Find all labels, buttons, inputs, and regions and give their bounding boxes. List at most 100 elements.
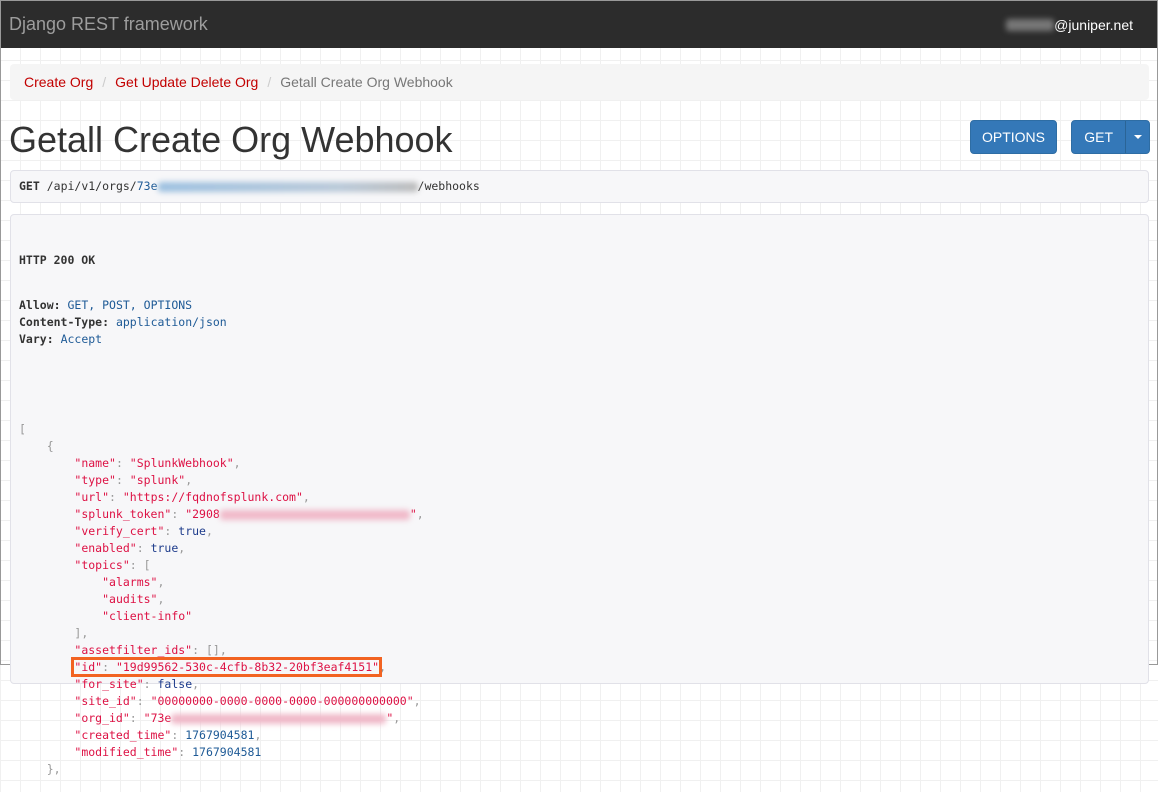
- options-button[interactable]: OPTIONS: [970, 120, 1057, 154]
- header-name: Allow:: [19, 298, 61, 312]
- json-comma: ,: [219, 643, 227, 657]
- response-header: Allow: GET, POST, OPTIONS: [19, 297, 1140, 314]
- json-comma: ,: [416, 507, 424, 521]
- request-org-id[interactable]: 73e: [137, 179, 158, 193]
- request-info: GET /api/v1/orgs/73e/webhooks: [10, 170, 1149, 203]
- highlighted-id: "id": "19d99562-530c-4cfb-8b32-20bf3eaf4…: [71, 657, 383, 677]
- json-line: "audits",: [19, 591, 1140, 608]
- json-line: "url": "https://fqdnofsplunk.com",: [74, 490, 310, 504]
- response-status: HTTP 200 OK: [19, 253, 96, 267]
- json-key: "type": [74, 473, 116, 487]
- get-button[interactable]: GET: [1072, 129, 1125, 145]
- json-value: "https://fqdnofsplunk.com": [122, 490, 303, 504]
- redacted-username: [1006, 18, 1055, 31]
- brand[interactable]: Django REST framework: [9, 14, 208, 35]
- json-value: true: [178, 524, 206, 538]
- json-line: "org_id": "73e ",: [74, 711, 401, 725]
- json-value-end: ": [386, 711, 394, 725]
- json-value: "19d99562-530c-4cfb-8b32-20bf3eaf4151": [115, 660, 380, 674]
- json-value: "73e: [143, 711, 172, 725]
- header-name: Vary:: [19, 332, 54, 346]
- json-key: "assetfilter_ids": [74, 643, 193, 657]
- header-name: Content-Type:: [19, 315, 110, 329]
- json-value: "2908: [185, 507, 220, 521]
- json-comma: ,: [393, 711, 401, 725]
- breadcrumb-create-org[interactable]: Create Org: [24, 74, 93, 90]
- navbar: Django REST framework @juniper.net: [1, 1, 1157, 48]
- json-value: "00000000-0000-0000-0000-000000000000": [150, 694, 414, 708]
- request-path-prefix: /api/v1/orgs/: [46, 179, 137, 193]
- json-line: "enabled": true,: [74, 541, 186, 555]
- response-header: Vary: Accept: [19, 331, 1140, 348]
- json-line: "client-info": [19, 608, 1140, 625]
- json-line: "modified_time": 1767904581: [74, 745, 262, 759]
- json-key: "verify_cert": [74, 524, 165, 538]
- json-value: []: [205, 643, 220, 657]
- json-value: [: [143, 558, 151, 572]
- page-title: Getall Create Org Webhook: [9, 119, 453, 160]
- breadcrumb-get-update-delete-org[interactable]: Get Update Delete Org: [115, 74, 258, 90]
- json-key: "name": [74, 456, 116, 470]
- json-line: "type": "splunk",: [74, 473, 193, 487]
- redacted-value: [171, 713, 387, 724]
- breadcrumb-separator: /: [102, 74, 107, 90]
- json-line: "topics": [: [74, 558, 151, 572]
- json-value: "audits": [102, 592, 158, 606]
- json-key: "created_time": [74, 728, 172, 742]
- user-menu[interactable]: @juniper.net: [1006, 17, 1133, 33]
- json-punctuation: },: [46, 762, 61, 776]
- header-value: GET, POST, OPTIONS: [67, 298, 193, 312]
- json-key: "enabled": [74, 541, 137, 555]
- redacted-value: [219, 509, 410, 520]
- json-comma: ,: [192, 677, 200, 691]
- breadcrumb-current: Getall Create Org Webhook: [280, 74, 453, 90]
- json-value: false: [157, 677, 193, 691]
- json-line: "verify_cert": true,: [74, 524, 213, 538]
- json-comma: ,: [205, 524, 213, 538]
- json-line: "name": "SplunkWebhook",: [74, 456, 241, 470]
- json-value: "SplunkWebhook": [129, 456, 234, 470]
- request-path-suffix: /webhooks: [417, 179, 480, 193]
- json-key: "modified_time": [74, 745, 179, 759]
- json-value: "client-info": [102, 609, 193, 623]
- json-comma: ,: [157, 592, 165, 606]
- json-line: "site_id": "00000000-0000-0000-0000-0000…: [74, 694, 421, 708]
- response-header: Content-Type: application/json: [19, 314, 1140, 331]
- json-line: "created_time": 1767904581,: [74, 728, 262, 742]
- json-punctuation: ],: [74, 626, 89, 640]
- json-key: "id": [74, 660, 103, 674]
- json-key: "url": [74, 490, 110, 504]
- json-key: "for_site": [74, 677, 144, 691]
- json-comma: ,: [157, 575, 165, 589]
- json-line: "splunk_token": "2908 ",: [74, 507, 424, 521]
- json-line: "id": "19d99562-530c-4cfb-8b32-20bf3eaf4…: [19, 657, 1140, 677]
- json-line: },: [19, 761, 1140, 778]
- json-value: true: [150, 541, 179, 555]
- json-line: ],: [19, 625, 1140, 642]
- json-comma: ,: [302, 490, 310, 504]
- json-key: "splunk_token": [74, 507, 172, 521]
- request-method: GET: [19, 179, 40, 193]
- json-value: 1767904581: [192, 745, 262, 759]
- json-comma: ,: [379, 660, 386, 674]
- json-value: 1767904581: [185, 728, 255, 742]
- json-punctuation: [: [19, 422, 26, 436]
- json-value: "splunk": [129, 473, 186, 487]
- json-comma: ,: [254, 728, 262, 742]
- get-format-dropdown[interactable]: [1125, 121, 1149, 153]
- header-value: application/json: [115, 315, 227, 329]
- response-content: HTTP 200 OK Allow: GET, POST, OPTIONS Con…: [10, 214, 1149, 776]
- user-email-domain: @juniper.net: [1054, 16, 1133, 33]
- breadcrumb: Create Org / Get Update Delete Org / Get…: [10, 64, 1149, 100]
- json-key: "topics": [74, 558, 130, 572]
- header-value: Accept: [60, 332, 103, 346]
- breadcrumb-separator: /: [267, 74, 272, 90]
- caret-down-icon: [1133, 135, 1142, 139]
- json-comma: ,: [233, 456, 241, 470]
- json-comma: ,: [185, 473, 193, 487]
- json-comma: ,: [413, 694, 421, 708]
- json-line: [: [19, 421, 1140, 438]
- redacted-org-id: [157, 181, 418, 192]
- json-line: "alarms",: [19, 574, 1140, 591]
- json-punctuation: {: [46, 439, 54, 453]
